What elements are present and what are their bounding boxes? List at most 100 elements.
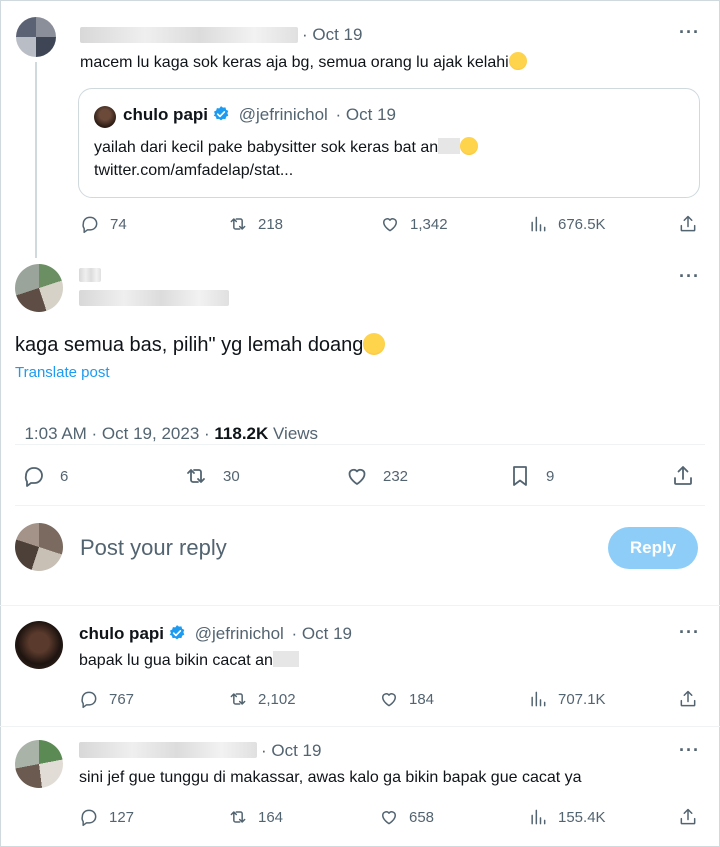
reply-count: 127 <box>109 808 135 826</box>
rofl-emoji-icon <box>363 333 386 355</box>
bookmark-count: 9 <box>546 467 555 485</box>
divider <box>15 505 705 506</box>
reply-icon <box>82 216 98 234</box>
like-button[interactable]: 1,342 <box>380 214 448 234</box>
repost-count: 2,102 <box>258 690 296 708</box>
repost-count: 164 <box>258 808 284 826</box>
views-icon <box>531 809 546 825</box>
share-button[interactable] <box>678 689 698 709</box>
bookmark-icon <box>513 466 527 486</box>
quote-author-name: chulo papi <box>123 105 208 124</box>
quote-text: yailah dari kecil pake babysitter sok ke… <box>94 137 479 157</box>
like-count: 658 <box>409 808 435 826</box>
reply1-header: chulo papi @jefrinichol · Oct 19 <box>79 624 352 644</box>
like-count: 184 <box>409 690 435 708</box>
share-icon <box>680 690 696 707</box>
reply-text-content: bapak lu gua bikin cacat an <box>79 652 273 669</box>
verified-badge-icon <box>169 625 185 640</box>
avatar[interactable] <box>15 264 63 312</box>
reply-button[interactable]: 127 <box>79 807 134 827</box>
like-button[interactable]: 658 <box>379 807 434 827</box>
share-button[interactable] <box>678 214 698 234</box>
views-count[interactable]: 118.2K <box>214 424 268 443</box>
share-icon <box>674 466 692 485</box>
reply-button[interactable]: 6 <box>22 464 68 488</box>
views-icon <box>531 216 546 232</box>
thread-line <box>35 62 37 258</box>
main-tweet-text-content: kaga semua bas, pilih" yg lemah doang <box>15 334 364 356</box>
like-count: 232 <box>383 467 409 485</box>
share-button[interactable] <box>678 807 698 827</box>
repost-icon <box>230 693 246 705</box>
avatar[interactable] <box>15 740 63 788</box>
reply-button[interactable]: 767 <box>79 689 134 709</box>
views-count: 155.4K <box>558 808 606 826</box>
heart-icon <box>382 811 396 825</box>
tweet-text: macem lu kaga sok keras aja bg, semua or… <box>80 52 527 72</box>
more-options-icon[interactable]: ··· <box>679 266 700 287</box>
author-handle[interactable]: @jefrinichol <box>195 624 284 643</box>
composer-avatar <box>15 523 63 571</box>
reply-icon <box>81 809 97 827</box>
main-tweet-text: kaga semua bas, pilih" yg lemah doang <box>15 333 386 357</box>
reply-button[interactable]: 74 <box>80 214 127 234</box>
reply-count: 767 <box>109 690 135 708</box>
tweet-text-content: macem lu kaga sok keras aja bg, semua or… <box>80 54 509 71</box>
reply-button[interactable]: Reply <box>608 527 698 569</box>
redacted-username <box>79 742 257 758</box>
redacted-text <box>272 651 299 667</box>
bookmark-button[interactable]: 9 <box>508 464 554 488</box>
repost-button[interactable]: 2,102 <box>228 689 296 709</box>
quote-link[interactable]: twitter.com/amfadelap/stat... <box>94 162 293 180</box>
repost-icon <box>230 811 246 823</box>
heart-icon <box>382 693 396 707</box>
repost-button[interactable]: 30 <box>183 464 240 488</box>
reply1-text: bapak lu gua bikin cacat an <box>79 651 299 670</box>
views-label: Views <box>268 424 319 443</box>
avatar[interactable] <box>15 621 63 669</box>
reply-count: 6 <box>60 467 69 485</box>
views-button[interactable]: 707.1K <box>528 689 606 709</box>
redacted-text <box>438 138 461 154</box>
timestamp-text: 1:03 AM · Oct 19, 2023 · <box>24 424 215 443</box>
quote-text-content: yailah dari kecil pake babysitter sok ke… <box>94 139 439 156</box>
redacted-username <box>80 27 298 43</box>
quote-card[interactable]: chulo papi @jefrinichol · Oct 19 yailah … <box>78 88 700 198</box>
quote-avatar <box>94 106 116 128</box>
like-button[interactable]: 184 <box>379 689 434 709</box>
repost-button[interactable]: 164 <box>228 807 283 827</box>
divider <box>0 726 720 727</box>
reply-icon <box>81 691 97 709</box>
repost-button[interactable]: 218 <box>228 214 283 234</box>
reply-icon <box>24 467 43 487</box>
share-icon <box>680 215 696 232</box>
tears-of-joy-emoji-icon <box>460 137 479 155</box>
views-icon <box>531 691 546 707</box>
verified-badge-icon <box>213 106 229 121</box>
like-count: 1,342 <box>410 215 448 233</box>
repost-icon <box>230 218 246 230</box>
repost-count: 218 <box>258 215 284 233</box>
share-button[interactable] <box>671 464 695 488</box>
like-button[interactable]: 232 <box>345 464 408 488</box>
tweet-date: · Oct 19 <box>302 25 363 44</box>
reply-input[interactable]: Post your reply <box>80 535 580 561</box>
quote-date: · Oct 19 <box>335 105 397 124</box>
views-button[interactable]: 155.4K <box>528 807 606 827</box>
quote-header: chulo papi @jefrinichol · Oct 19 <box>123 105 396 125</box>
tweet-date: · Oct 19 <box>261 741 322 760</box>
views-button[interactable]: 676.5K <box>528 214 606 234</box>
more-options-icon[interactable]: ··· <box>679 622 700 643</box>
author-name[interactable]: chulo papi <box>79 624 164 643</box>
share-icon <box>680 808 696 825</box>
rofl-emoji-icon <box>508 52 527 70</box>
more-options-icon[interactable]: ··· <box>679 22 700 43</box>
avatar[interactable] <box>16 17 56 57</box>
more-options-icon[interactable]: ··· <box>679 740 700 761</box>
views-count: 676.5K <box>558 215 606 233</box>
views-count: 707.1K <box>558 690 606 708</box>
translate-post-link[interactable]: Translate post <box>15 364 110 381</box>
redacted-display-name <box>79 268 101 282</box>
repost-count: 30 <box>223 467 240 485</box>
divider <box>15 444 705 445</box>
